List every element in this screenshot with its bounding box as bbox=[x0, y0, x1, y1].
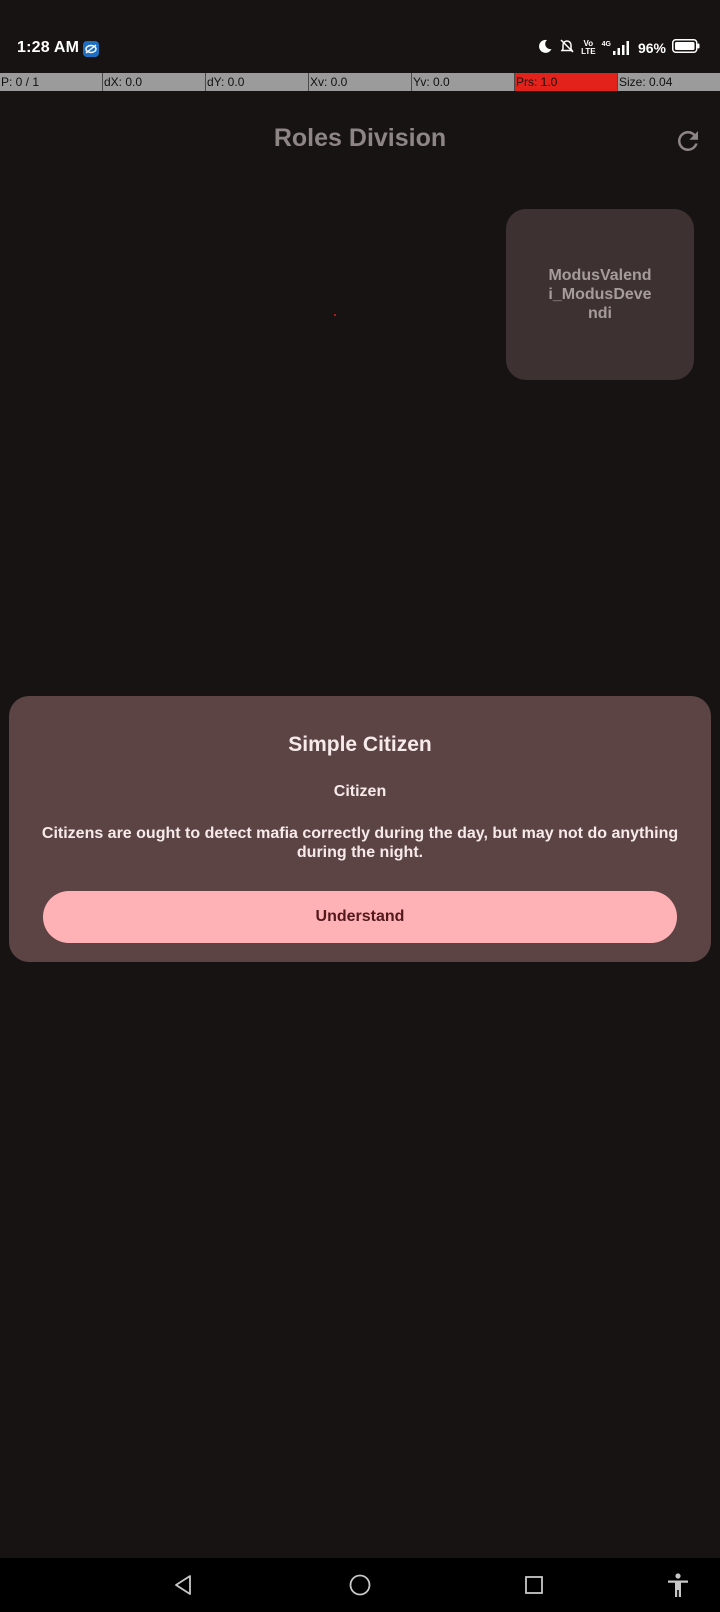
back-button[interactable] bbox=[170, 1571, 198, 1599]
refresh-icon bbox=[673, 130, 703, 160]
battery-icon bbox=[672, 38, 700, 58]
touch-indicator-dot bbox=[334, 314, 336, 316]
pointer-xv: Xv: 0.0 bbox=[308, 73, 411, 91]
page-title: Roles Division bbox=[273, 124, 447, 152]
app-notification-icon bbox=[83, 41, 99, 57]
home-circle-icon bbox=[346, 1574, 374, 1603]
accessibility-button[interactable] bbox=[664, 1571, 692, 1599]
dialog-subtitle: Citizen bbox=[333, 783, 387, 800]
status-bar: 1:28 AM Vo LTE 4G 96% bbox=[0, 0, 720, 72]
pointer-dx: dX: 0.0 bbox=[102, 73, 205, 91]
pointer-location-bar: P: 0 / 1 dX: 0.0 dY: 0.0 Xv: 0.0 Yv: 0.0… bbox=[0, 73, 720, 91]
refresh-button[interactable] bbox=[673, 126, 703, 156]
muted-bell-icon bbox=[559, 38, 575, 59]
pointer-count: P: 0 / 1 bbox=[1, 75, 40, 89]
screen: 1:28 AM Vo LTE 4G 96% P: 0 / 1 dX: 0.0 d… bbox=[0, 0, 720, 1612]
volte-icon: Vo LTE bbox=[581, 40, 596, 56]
dialog-title: Simple Citizen bbox=[288, 733, 432, 756]
moon-icon bbox=[537, 38, 553, 59]
navigation-bar bbox=[0, 1558, 720, 1612]
accessibility-icon bbox=[664, 1573, 692, 1603]
signal-icon: 4G bbox=[602, 41, 632, 55]
recents-square-icon bbox=[520, 1576, 548, 1603]
battery-percent: 96% bbox=[637, 40, 666, 56]
understand-button[interactable]: Understand bbox=[43, 891, 677, 943]
home-button[interactable] bbox=[346, 1571, 374, 1599]
pointer-dy: dY: 0.0 bbox=[205, 73, 308, 91]
volte-bottom: LTE bbox=[581, 47, 596, 56]
recents-button[interactable] bbox=[520, 1571, 548, 1599]
pointer-pressure: Prs: 1.0 bbox=[514, 73, 617, 91]
status-icons: Vo LTE 4G 96% bbox=[537, 38, 700, 58]
player-card[interactable]: ModusValendi_ModusDevendi bbox=[506, 209, 694, 380]
pointer-yv: Yv: 0.0 bbox=[411, 73, 514, 91]
pointer-size: Size: 0.04 bbox=[617, 73, 720, 91]
player-name: ModusValendi_ModusDevendi bbox=[548, 267, 652, 322]
back-triangle-icon bbox=[170, 1575, 198, 1603]
role-dialog: Simple Citizen Citizen Citizens are ough… bbox=[9, 696, 711, 962]
dialog-description: Citizens are ought to detect mafia corre… bbox=[41, 825, 679, 861]
status-time: 1:28 AM bbox=[17, 39, 80, 56]
network-type: 4G bbox=[601, 41, 611, 48]
